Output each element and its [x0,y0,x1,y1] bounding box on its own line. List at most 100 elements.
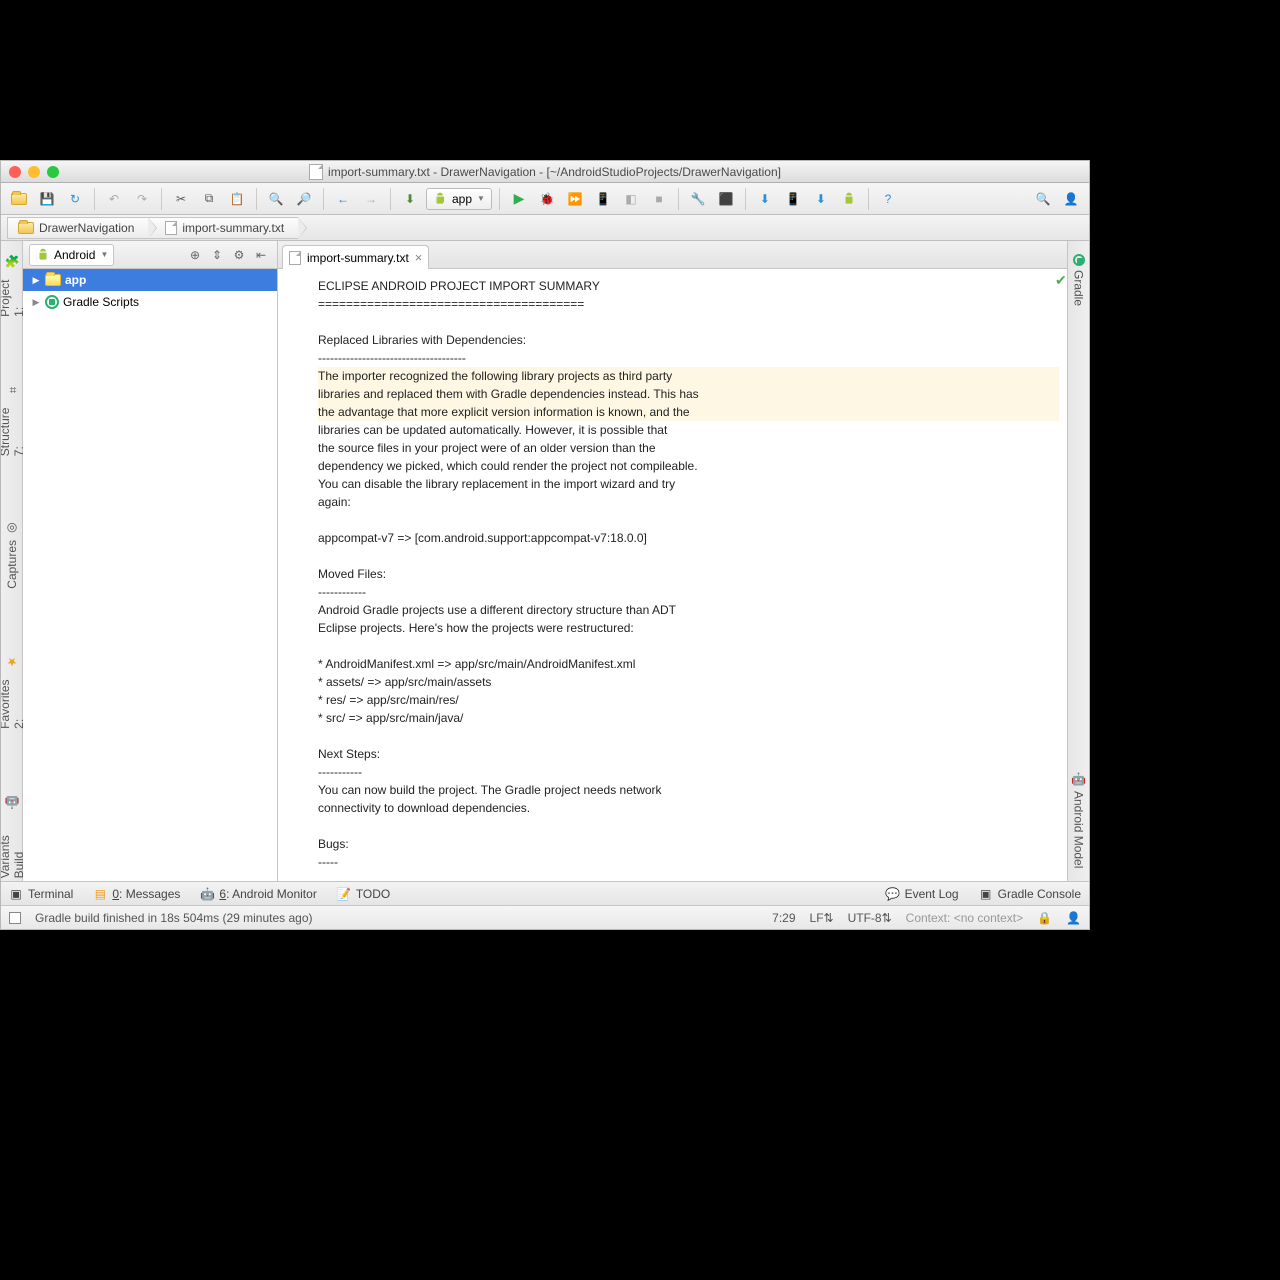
breadcrumb-project[interactable]: DrawerNavigation [7,217,148,239]
tool-tab-favorites[interactable]: 2: Favorites★ [1,652,29,732]
editor-line: Next Steps: [318,745,1059,763]
tool-tab-captures[interactable]: Captures◎ [2,519,22,592]
stop-button[interactable]: ■ [647,187,671,211]
search-everywhere-button[interactable]: 🔍 [1031,187,1055,211]
editor-line: Moved Files: [318,565,1059,583]
back-button[interactable]: ← [331,187,355,211]
panel-messages[interactable]: ▤0: Messages [93,887,180,901]
android-help-button[interactable] [837,187,861,211]
editor-line: the source files in your project were of… [318,439,1059,457]
editor-line: ECLIPSE ANDROID PROJECT IMPORT SUMMARY [318,277,1059,295]
separator [499,188,500,210]
coverage-button[interactable]: ◧ [619,187,643,211]
ide-window: import-summary.txt - DrawerNavigation - … [0,160,1090,930]
status-line-separator[interactable]: LF⇅ [810,911,834,925]
sdk-manager-button[interactable]: ⬛ [714,187,738,211]
bottom-panel-bar: ▣Terminal ▤0: Messages 🤖6: Android Monit… [1,881,1089,905]
editor-tab-import-summary[interactable]: import-summary.txt × [282,245,429,269]
panel-android-monitor[interactable]: 🤖6: Android Monitor [200,887,316,901]
avd-manager-button[interactable]: 🔧 [686,187,710,211]
status-indicator-icon[interactable] [9,912,21,924]
separator [745,188,746,210]
save-button[interactable]: 💾 [35,187,59,211]
settings-gear-button[interactable]: ⚙ [229,245,249,265]
sync-button[interactable]: ↻ [63,187,87,211]
find-button[interactable]: 🔍 [264,187,288,211]
copy-button[interactable]: ⧉ [197,187,221,211]
separator [94,188,95,210]
separator [256,188,257,210]
status-encoding[interactable]: UTF-8⇅ [848,911,892,925]
lock-icon[interactable]: 🔒 [1037,911,1052,925]
editor-line: * AndroidManifest.xml => app/src/main/An… [318,655,1059,673]
run-button[interactable]: ▶ [507,187,531,211]
debug-button[interactable]: 🐞 [535,187,559,211]
project-icon: 🧩 [5,254,19,268]
open-button[interactable] [7,187,31,211]
make-button[interactable]: ⬇ [398,187,422,211]
breadcrumb-file[interactable]: import-summary.txt [148,217,298,239]
paste-button[interactable]: 📋 [225,187,249,211]
project-tree[interactable]: ▶ app ▶ Gradle Scripts [23,269,277,881]
tree-item-app[interactable]: ▶ app [23,269,277,291]
panel-todo[interactable]: 📝TODO [337,887,390,901]
attach-debugger-button[interactable]: 📱 [591,187,615,211]
editor-line: ----------- [318,763,1059,781]
panel-gradle-console[interactable]: ▣Gradle Console [979,887,1081,901]
editor-line: Eclipse projects. Here's how the project… [318,619,1059,637]
text-editor[interactable]: ✔ ECLIPSE ANDROID PROJECT IMPORT SUMMARY… [278,269,1067,881]
right-tool-tabs: Gradle 🤖Android Model [1067,241,1089,881]
module-selector[interactable]: app ▼ [426,188,492,210]
status-bar: Gradle build finished in 18s 504ms (29 m… [1,905,1089,929]
panel-event-log[interactable]: 💬Event Log [886,887,959,901]
scroll-from-source-button[interactable]: ⊕ [185,245,205,265]
download-button[interactable]: ⬇ [809,187,833,211]
status-context[interactable]: Context: <no context> [906,911,1023,925]
hide-button[interactable]: ⇤ [251,245,271,265]
android-icon: 🤖 [200,887,214,901]
cut-button[interactable]: ✂ [169,187,193,211]
ddms-button[interactable]: ⬇ [753,187,777,211]
editor-line [318,313,1059,331]
tool-tab-android-model[interactable]: 🤖Android Model [1069,770,1089,871]
module-selector-label: app [452,192,472,206]
editor-line: ----- [318,853,1059,871]
todo-icon: 📝 [337,887,351,901]
forward-button[interactable]: → [359,187,383,211]
editor-line: You can disable the library replacement … [318,475,1059,493]
panel-terminal[interactable]: ▣Terminal [9,887,73,901]
replace-button[interactable]: 🔎 [292,187,316,211]
breadcrumb-root-label: DrawerNavigation [39,221,134,235]
redo-button[interactable]: ↷ [130,187,154,211]
terminal-icon: ▣ [9,887,23,901]
profile-button[interactable]: ⏩ [563,187,587,211]
status-cursor-position[interactable]: 7:29 [772,911,795,925]
window-title-text: import-summary.txt - DrawerNavigation - … [328,165,781,179]
hector-icon[interactable]: 👤 [1066,911,1081,925]
separator [390,188,391,210]
folder-icon [45,274,61,286]
tree-item-label: Gradle Scripts [63,295,139,309]
editor-line: Bugs: [318,835,1059,853]
editor-line: Android Gradle projects use a different … [318,601,1059,619]
undo-button[interactable]: ↶ [102,187,126,211]
close-tab-button[interactable]: × [415,251,423,264]
tree-item-gradle-scripts[interactable]: ▶ Gradle Scripts [23,291,277,313]
device-button[interactable]: 📱 [781,187,805,211]
help-button[interactable]: ? [876,187,900,211]
tool-tab-gradle[interactable]: Gradle [1069,251,1089,309]
settings-button[interactable]: 👤 [1059,187,1083,211]
expand-arrow-icon[interactable]: ▶ [31,297,41,308]
editor-line: appcompat-v7 => [com.android.support:app… [318,529,1059,547]
editor-line: * res/ => app/src/main/res/ [318,691,1059,709]
left-tool-tabs: 1: Project🧩 7: Structure⌗ Captures◎ 2: F… [1,241,23,881]
tool-tab-project[interactable]: 1: Project🧩 [1,251,29,320]
tool-tab-structure[interactable]: 7: Structure⌗ [1,380,29,459]
tool-tab-build-variants[interactable]: Build Variants🤖 [1,792,29,881]
collapse-all-button[interactable]: ⇕ [207,245,227,265]
project-view-selector[interactable]: Android [29,244,114,266]
expand-arrow-icon[interactable]: ▶ [31,275,41,286]
editor-tabs: import-summary.txt × [278,241,1067,269]
editor-line: libraries can be updated automatically. … [318,421,1059,439]
separator [323,188,324,210]
